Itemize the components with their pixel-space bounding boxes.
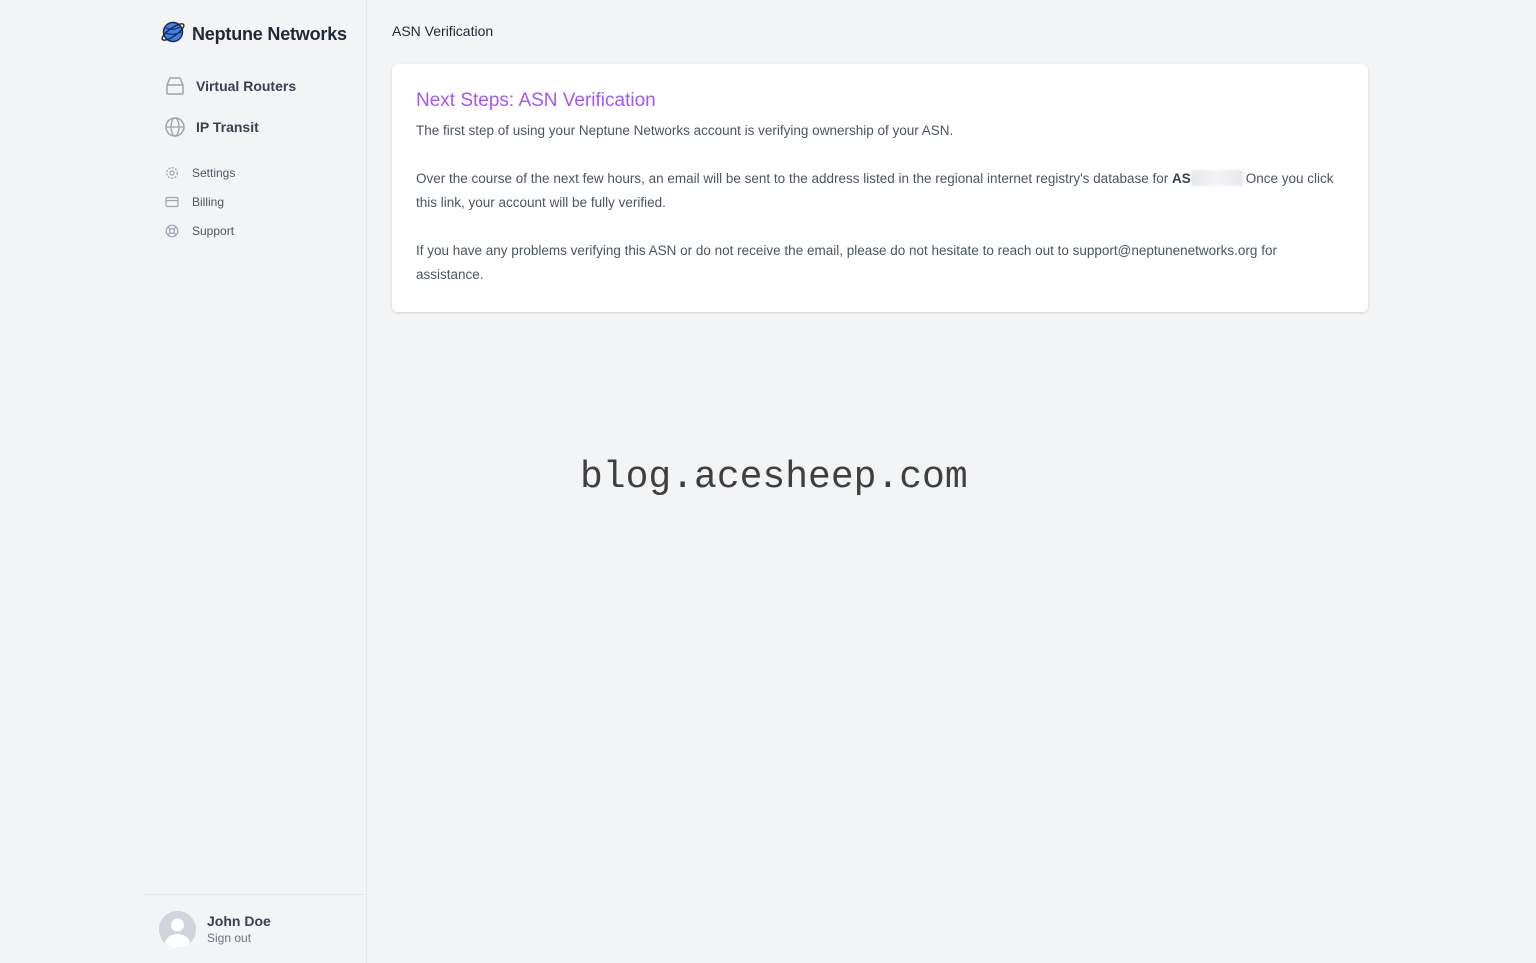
brand-name: Neptune Networks xyxy=(192,24,347,44)
sidebar-item-label: Settings xyxy=(192,166,236,180)
globe-icon xyxy=(164,116,186,138)
sidebar-item-support[interactable]: Support xyxy=(164,220,354,242)
sidebar: Neptune Networks Virtual Routers IP Tran… xyxy=(144,0,367,963)
asn-verification-card: Next Steps: ASN Verification The first s… xyxy=(392,64,1368,312)
user-info: John Doe Sign out xyxy=(207,912,271,946)
user-silhouette-icon xyxy=(159,910,196,948)
lifebuoy-icon xyxy=(164,223,180,239)
secondary-nav: Settings Billing Support xyxy=(164,162,354,249)
sign-out-link[interactable]: Sign out xyxy=(207,930,271,946)
sidebar-item-label: IP Transit xyxy=(196,119,259,135)
asn-number: AS xyxy=(1171,171,1191,186)
watermark: blog.acesheep.com xyxy=(580,456,968,499)
user-panel: John Doe Sign out xyxy=(144,894,366,963)
support-paragraph-text: If you have any problems verifying this … xyxy=(416,243,1073,258)
credit-card-icon xyxy=(164,194,180,210)
avatar[interactable] xyxy=(159,910,196,948)
user-name: John Doe xyxy=(207,913,271,929)
brand-logo[interactable]: Neptune Networks xyxy=(160,19,347,50)
router-icon xyxy=(164,75,186,97)
card-title: Next Steps: ASN Verification xyxy=(416,90,656,111)
sidebar-item-label: Virtual Routers xyxy=(196,78,297,94)
support-paragraph: If you have any problems verifying this … xyxy=(416,239,1344,287)
redacted-asn xyxy=(1190,170,1243,186)
sidebar-item-settings[interactable]: Settings xyxy=(164,162,354,184)
primary-nav: Virtual Routers IP Transit xyxy=(164,72,354,154)
sidebar-item-billing[interactable]: Billing xyxy=(164,191,354,213)
email-paragraph-text: Over the course of the next few hours, a… xyxy=(416,171,1172,186)
sidebar-item-label: Billing xyxy=(192,195,225,209)
email-paragraph: Over the course of the next few hours, a… xyxy=(416,167,1344,215)
sidebar-item-virtual-routers[interactable]: Virtual Routers xyxy=(164,72,354,100)
page-title: ASN Verification xyxy=(392,23,494,39)
sidebar-item-label: Support xyxy=(192,224,235,238)
planet-icon xyxy=(160,19,186,50)
sidebar-item-ip-transit[interactable]: IP Transit xyxy=(164,113,354,141)
support-email-link[interactable]: support@neptunenetworks.org xyxy=(1073,243,1258,258)
gear-icon xyxy=(164,165,180,181)
intro-paragraph: The first step of using your Neptune Net… xyxy=(416,123,954,138)
